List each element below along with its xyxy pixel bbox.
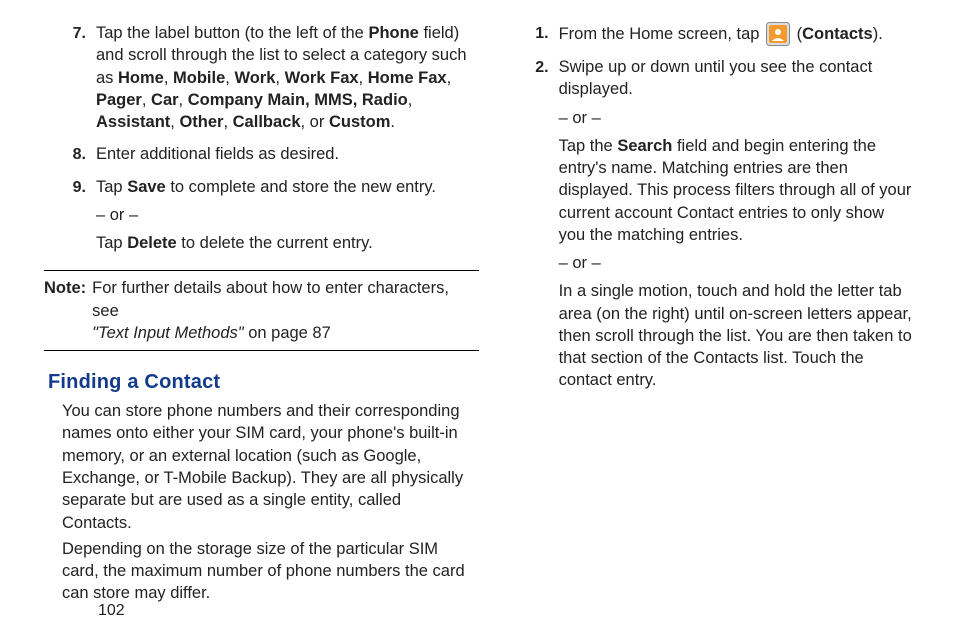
- step-body: Tap Save to complete and store the new e…: [96, 176, 471, 261]
- text: (: [792, 25, 802, 43]
- step-number: 2.: [521, 56, 559, 79]
- step-7: 7. Tap the label button (to the left of …: [58, 22, 471, 139]
- sep: ,: [164, 69, 173, 87]
- paragraph: You can store phone numbers and their co…: [62, 400, 471, 534]
- text: For further details about how to enter c…: [92, 279, 449, 319]
- cat: Company Main, MMS, Radio: [188, 91, 408, 109]
- step-number: 7.: [58, 22, 96, 45]
- sep: , or: [301, 113, 329, 131]
- cat: Car: [151, 91, 179, 109]
- text: to complete and store the new entry.: [166, 178, 436, 196]
- or-divider: – or –: [96, 204, 471, 226]
- note-label: Note:: [44, 277, 92, 344]
- left-column: 7. Tap the label button (to the left of …: [58, 22, 471, 609]
- bold: Contacts: [802, 25, 873, 43]
- sep: .: [390, 113, 395, 131]
- text: Tap the label button (to the left of the: [96, 24, 368, 42]
- text: From the Home screen, tap: [559, 25, 764, 43]
- section-heading: Finding a Contact: [48, 369, 471, 396]
- sep: ,: [447, 69, 452, 87]
- step-2: 2. Swipe up or down until you see the co…: [521, 56, 914, 398]
- step-number: 9.: [58, 176, 96, 199]
- step-number: 1.: [521, 22, 559, 45]
- rule: [44, 270, 479, 271]
- sep: ,: [179, 91, 188, 109]
- sep: ,: [142, 91, 151, 109]
- text: on page 87: [244, 324, 331, 342]
- cat: Work: [234, 69, 275, 87]
- bold: Save: [127, 178, 166, 196]
- cat: Other: [179, 113, 223, 131]
- right-column: 1. From the Home screen, tap (Contacts).: [521, 22, 914, 402]
- right-steps: 1. From the Home screen, tap (Contacts).: [521, 22, 914, 402]
- sep: ,: [275, 69, 284, 87]
- step-body: Enter additional fields as desired.: [96, 143, 471, 171]
- text: Tap the: [559, 137, 618, 155]
- text: Tap: [96, 178, 127, 196]
- bold: Search: [617, 137, 672, 155]
- cat: Work Fax: [285, 69, 359, 87]
- text: In a single motion, touch and hold the l…: [559, 280, 914, 391]
- page-root: 7. Tap the label button (to the left of …: [0, 0, 954, 636]
- left-steps: 7. Tap the label button (to the left of …: [58, 22, 471, 264]
- step-8: 8. Enter additional fields as desired.: [58, 143, 471, 171]
- or-divider: – or –: [559, 252, 914, 274]
- sep: ,: [359, 69, 368, 87]
- cat: Home: [118, 69, 164, 87]
- cat: Home Fax: [368, 69, 447, 87]
- bold: Delete: [127, 234, 177, 252]
- bold: Phone: [368, 24, 418, 42]
- cat: Mobile: [173, 69, 225, 87]
- step-9: 9. Tap Save to complete and store the ne…: [58, 176, 471, 261]
- cat: Pager: [96, 91, 142, 109]
- step-body: Tap the label button (to the left of the…: [96, 22, 471, 139]
- page-number: 102: [98, 602, 125, 620]
- italic: "Text Input Methods": [92, 324, 243, 342]
- step-number: 8.: [58, 143, 96, 166]
- text: ).: [873, 25, 883, 43]
- cat: Assistant: [96, 113, 170, 131]
- text: Tap: [96, 234, 127, 252]
- cat: Callback: [233, 113, 301, 131]
- paragraph: Depending on the storage size of the par…: [62, 538, 471, 605]
- step-1: 1. From the Home screen, tap (Contacts).: [521, 22, 914, 52]
- text: Swipe up or down until you see the conta…: [559, 56, 914, 101]
- contacts-icon: [766, 22, 790, 46]
- or-divider: – or –: [559, 107, 914, 129]
- step-body: Swipe up or down until you see the conta…: [559, 56, 914, 398]
- sep: ,: [223, 113, 232, 131]
- rule: [44, 350, 479, 351]
- text: Enter additional fields as desired.: [96, 143, 471, 165]
- sep: ,: [408, 91, 413, 109]
- step-body: From the Home screen, tap (Contacts).: [559, 22, 914, 52]
- note-block: Note: For further details about how to e…: [44, 277, 479, 344]
- cat: Custom: [329, 113, 390, 131]
- note-body: For further details about how to enter c…: [92, 277, 478, 344]
- text: to delete the current entry.: [177, 234, 373, 252]
